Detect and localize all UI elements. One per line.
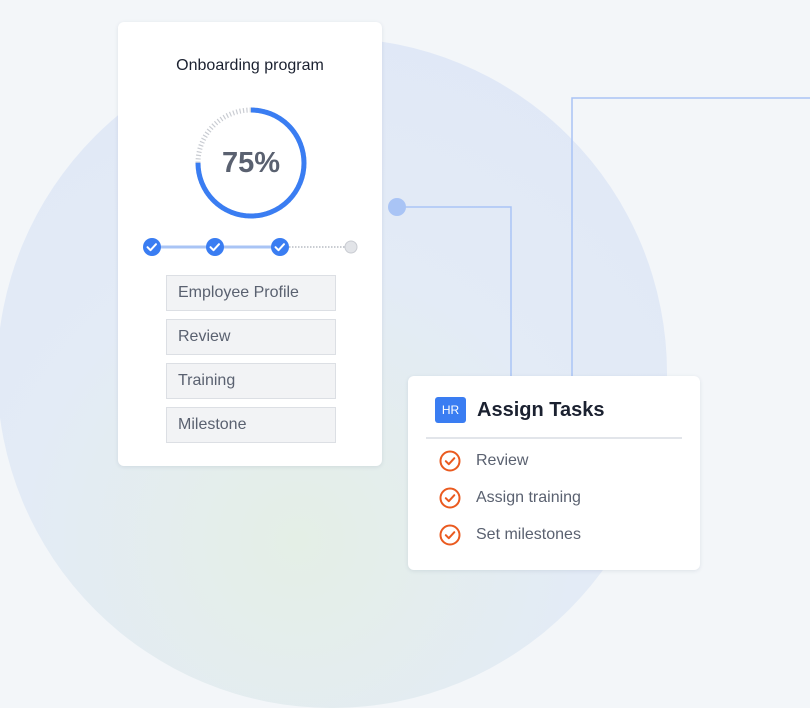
assign-tasks-card: HR Assign Tasks Review Assign training S… — [408, 376, 700, 570]
task-label: Review — [476, 452, 529, 469]
check-circle-outline-icon — [439, 450, 461, 472]
step-1-check-icon — [143, 238, 161, 256]
assign-tasks-title: Assign Tasks — [477, 399, 605, 421]
check-circle-outline-icon — [439, 524, 461, 546]
task-label: Assign training — [476, 489, 581, 506]
hr-badge: HR — [435, 397, 466, 423]
task-item-set-milestones[interactable]: Set milestones — [438, 522, 581, 548]
step-item-training[interactable]: Training — [166, 363, 336, 399]
step-3-check-icon — [271, 238, 289, 256]
check-circle-outline-icon — [439, 487, 461, 509]
task-item-review[interactable]: Review — [438, 448, 528, 474]
connector-line-1 — [397, 206, 512, 376]
onboarding-card: Onboarding program 75% Employee Profile … — [118, 22, 382, 466]
connector-line-2 — [571, 97, 810, 376]
step-progress — [143, 238, 358, 256]
step-item-review[interactable]: Review — [166, 319, 336, 355]
task-label: Set milestones — [476, 526, 581, 543]
step-2-check-icon — [206, 238, 224, 256]
step-item-milestone[interactable]: Milestone — [166, 407, 336, 443]
step-4-pending-dot-icon — [344, 240, 358, 254]
divider — [426, 437, 682, 439]
progress-percent: 75% — [221, 146, 281, 179]
onboarding-title: Onboarding program — [176, 57, 324, 74]
task-item-assign-training[interactable]: Assign training — [438, 485, 581, 511]
step-item-employee-profile[interactable]: Employee Profile — [166, 275, 336, 311]
